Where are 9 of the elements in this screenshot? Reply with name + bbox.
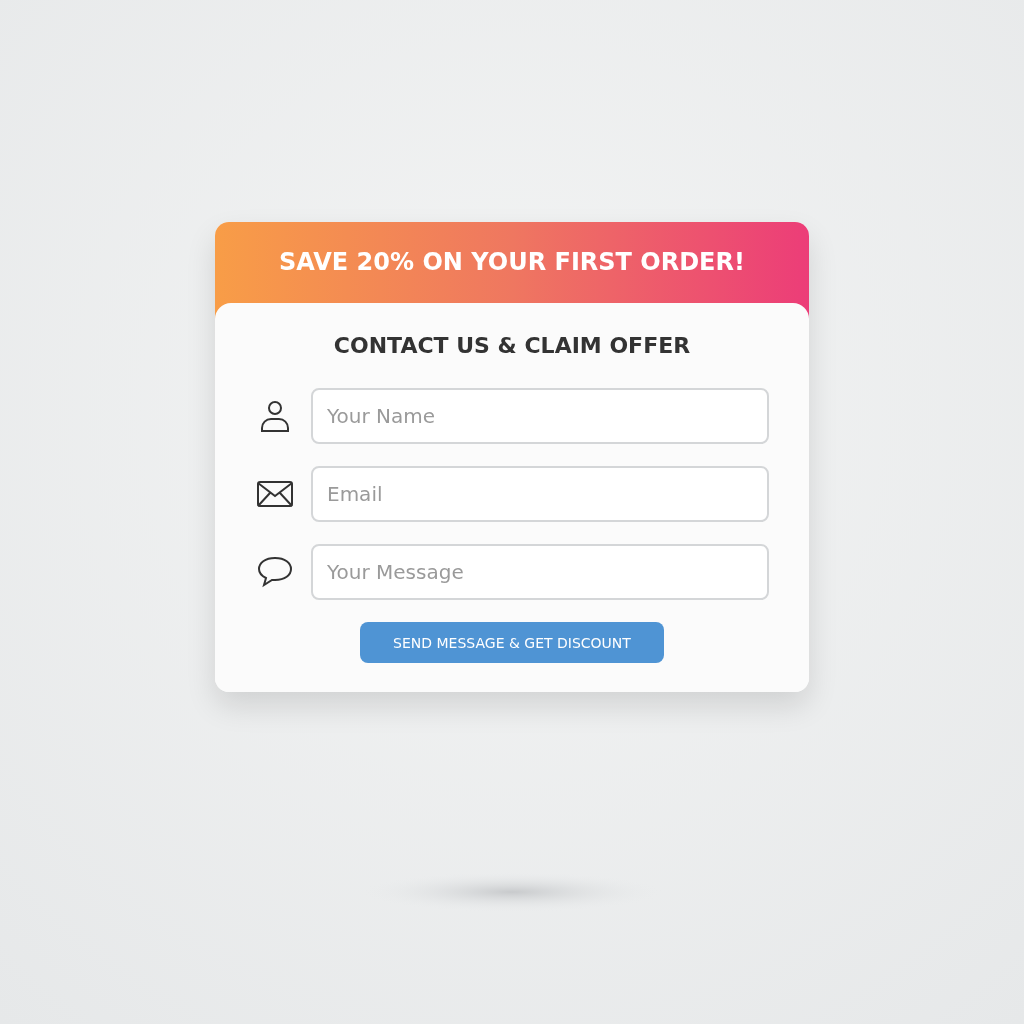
submit-button[interactable]: SEND MESSAGE & GET DISCOUNT <box>360 622 664 663</box>
speech-bubble-icon <box>257 556 293 588</box>
form-title: CONTACT US & CLAIM OFFER <box>332 333 692 358</box>
input-field[interactable]: Email <box>311 466 769 522</box>
input-field[interactable]: Your Message <box>311 544 769 600</box>
person-icon <box>260 400 290 432</box>
promo-headline: SAVE 20% ON YOUR FIRST ORDER! <box>279 248 745 278</box>
envelope-icon <box>257 481 293 507</box>
input-field[interactable]: Your Name <box>311 388 769 444</box>
